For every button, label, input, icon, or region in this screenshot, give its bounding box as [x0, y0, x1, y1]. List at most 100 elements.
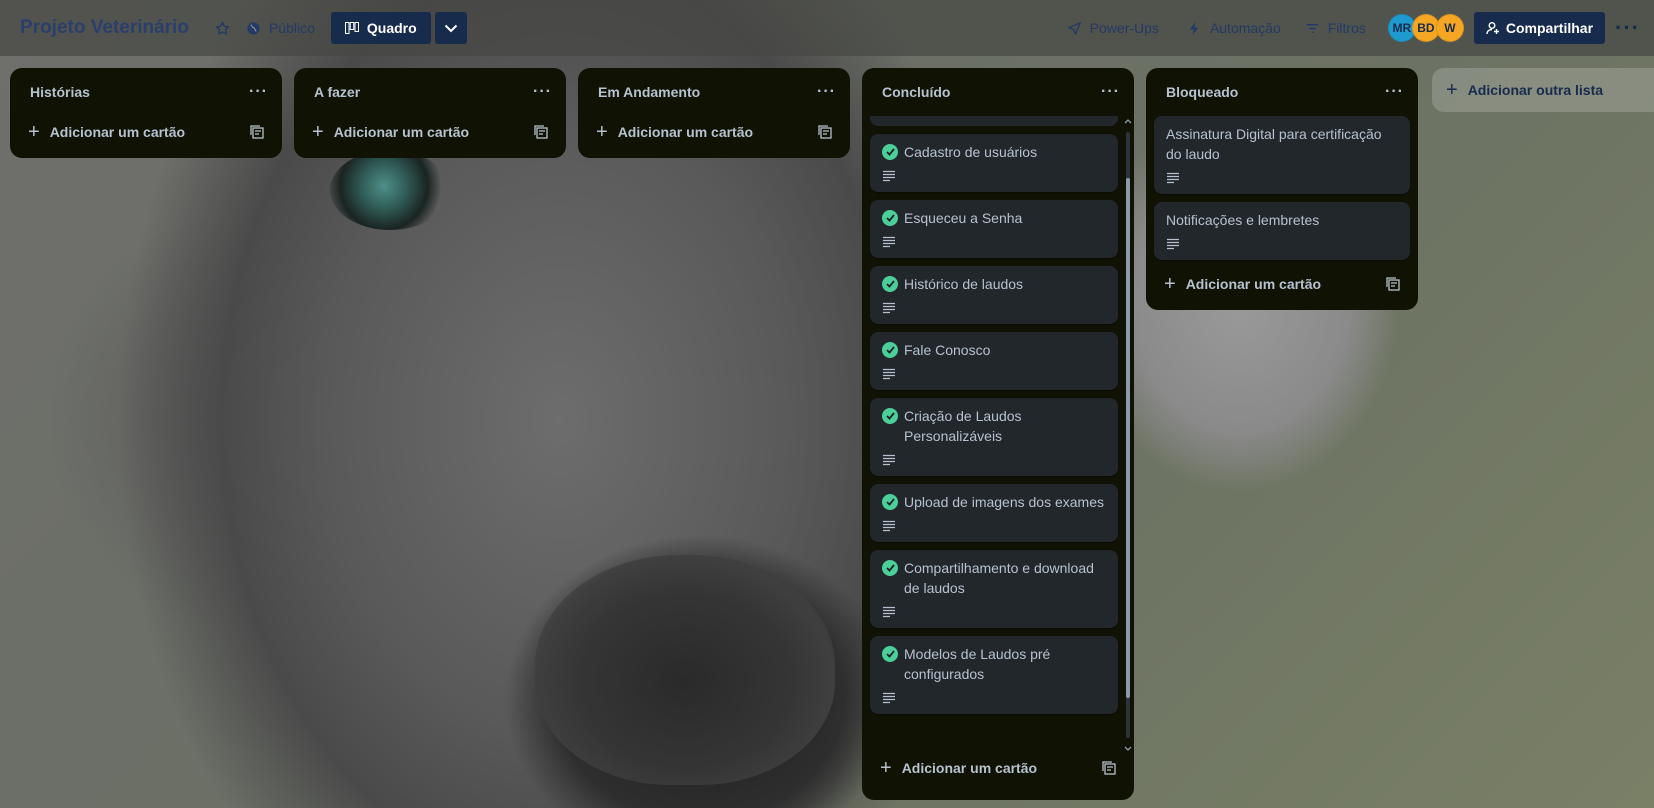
- powerups-button[interactable]: Power-Ups: [1059, 14, 1167, 42]
- board-icon: [344, 22, 359, 34]
- list-em-andamento: Em Andamento ··· + Adicionar um cartão: [578, 68, 850, 158]
- card[interactable]: Criação de Laudos Personalizáveis: [870, 398, 1118, 476]
- automation-button[interactable]: Automação: [1179, 14, 1289, 42]
- card[interactable]: Esqueceu a Senha: [870, 200, 1118, 258]
- card-list[interactable]: Cadastro de usuários Esqueceu a Senha Hi…: [862, 116, 1134, 744]
- plus-icon: +: [1446, 78, 1458, 101]
- add-card-button[interactable]: + Adicionar um cartão: [586, 116, 842, 148]
- list-header: Histórias ···: [10, 68, 282, 116]
- card-title: Compartilhamento e download de laudos: [904, 560, 1094, 596]
- add-card-label: Adicionar um cartão: [901, 760, 1038, 776]
- card[interactable]: Cadastro de usuários: [870, 134, 1118, 192]
- card-template-icon[interactable]: [1102, 761, 1116, 775]
- plus-icon: +: [28, 120, 40, 143]
- description-icon: [883, 236, 895, 248]
- description-icon: [883, 170, 895, 182]
- board-title[interactable]: Projeto Veterinário: [20, 17, 189, 39]
- add-card-label: Adicionar um cartão: [617, 124, 754, 140]
- check-circle-icon: [882, 408, 898, 424]
- list-title[interactable]: Em Andamento: [598, 84, 700, 100]
- list-title[interactable]: Histórias: [30, 84, 90, 100]
- add-card-button[interactable]: + Adicionar um cartão: [302, 116, 558, 148]
- card-template-icon[interactable]: [1386, 277, 1400, 291]
- card-list[interactable]: Assinatura Digital para certificação do …: [1146, 116, 1418, 260]
- list-historias: Histórias ··· + Adicionar um cartão: [10, 68, 282, 158]
- description-icon: [883, 606, 895, 618]
- plus-icon: +: [1164, 272, 1176, 295]
- scrollbar-thumb[interactable]: [1126, 178, 1130, 698]
- card[interactable]: Notificações e lembretes: [1154, 202, 1410, 260]
- powerups-label: Power-Ups: [1089, 20, 1159, 36]
- filters-button[interactable]: Filtros: [1297, 14, 1374, 42]
- list-title[interactable]: Concluído: [882, 84, 950, 100]
- automation-label: Automação: [1209, 20, 1281, 36]
- description-icon: [883, 692, 895, 704]
- card-title: Cadastro de usuários: [904, 144, 1038, 160]
- plus-icon: +: [596, 120, 608, 143]
- share-button[interactable]: Compartilhar: [1473, 12, 1606, 44]
- list-menu-icon[interactable]: ···: [817, 83, 836, 101]
- card[interactable]: Assinatura Digital para certificação do …: [1154, 116, 1410, 194]
- card[interactable]: Upload de imagens dos exames: [870, 484, 1118, 542]
- card[interactable]: Fale Conosco: [870, 332, 1118, 390]
- card-template-icon[interactable]: [250, 125, 264, 139]
- description-icon: [883, 520, 895, 532]
- partial-card[interactable]: [870, 116, 1118, 126]
- board-menu-button[interactable]: ···: [1615, 15, 1640, 41]
- list-menu-icon[interactable]: ···: [1385, 83, 1404, 101]
- card[interactable]: Compartilhamento e download de laudos: [870, 550, 1118, 628]
- star-button[interactable]: [207, 15, 238, 42]
- add-list-label: Adicionar outra lista: [1467, 82, 1604, 98]
- card[interactable]: Histórico de laudos: [870, 266, 1118, 324]
- list-title[interactable]: Bloqueado: [1166, 84, 1238, 100]
- plus-icon: +: [312, 120, 324, 143]
- lightning-icon: [1189, 21, 1199, 35]
- card-template-icon[interactable]: [534, 125, 548, 139]
- description-icon: [1167, 172, 1179, 184]
- check-circle-icon: [882, 646, 898, 662]
- card-title: Histórico de laudos: [904, 276, 1024, 292]
- card[interactable]: Modelos de Laudos pré configurados: [870, 636, 1118, 714]
- view-switcher-button[interactable]: Quadro: [330, 12, 431, 44]
- list-header: Em Andamento ···: [578, 68, 850, 116]
- list-concluido: Concluído ··· Cadastro de usuários Esque…: [862, 68, 1134, 800]
- card-template-icon[interactable]: [818, 125, 832, 139]
- add-card-label: Adicionar um cartão: [333, 124, 470, 140]
- add-list-button[interactable]: + Adicionar outra lista: [1432, 68, 1654, 112]
- chevron-up-icon: [1124, 119, 1132, 124]
- check-circle-icon: [882, 560, 898, 576]
- add-card-button[interactable]: + Adicionar um cartão: [1154, 268, 1410, 300]
- list-title[interactable]: A fazer: [314, 84, 360, 100]
- list-header: A fazer ···: [294, 68, 566, 116]
- view-options-button[interactable]: [434, 12, 467, 44]
- globe-icon: [247, 21, 260, 35]
- plus-icon: +: [880, 756, 892, 779]
- card-title: Fale Conosco: [904, 342, 991, 358]
- list-header: Bloqueado ···: [1146, 68, 1418, 116]
- check-circle-icon: [882, 342, 898, 358]
- visibility-label: Público: [268, 20, 315, 36]
- view-label: Quadro: [366, 20, 417, 36]
- add-card-button[interactable]: + Adicionar um cartão: [870, 752, 1126, 784]
- avatar[interactable]: W: [1435, 14, 1464, 42]
- add-user-icon: [1486, 22, 1499, 35]
- check-circle-icon: [882, 276, 898, 292]
- card-title: Assinatura Digital para certificação do …: [1166, 126, 1382, 162]
- background-dog-eye: [330, 150, 450, 230]
- list-menu-icon[interactable]: ···: [533, 83, 552, 101]
- add-card-button[interactable]: + Adicionar um cartão: [18, 116, 274, 148]
- share-label: Compartilhar: [1505, 20, 1594, 36]
- card-title: Esqueceu a Senha: [904, 210, 1023, 226]
- description-icon: [883, 368, 895, 380]
- add-card-label: Adicionar um cartão: [49, 124, 186, 140]
- more-icon: ···: [1615, 15, 1640, 40]
- rocket-icon: [1067, 21, 1081, 35]
- list-scrollbar[interactable]: [1124, 118, 1132, 752]
- list-menu-icon[interactable]: ···: [1101, 83, 1120, 101]
- filters-label: Filtros: [1327, 20, 1366, 36]
- list-menu-icon[interactable]: ···: [249, 83, 268, 101]
- visibility-button[interactable]: Público: [238, 14, 323, 42]
- card-title: Upload de imagens dos exames: [904, 494, 1105, 510]
- filter-icon: [1306, 23, 1318, 33]
- card-title: Notificações e lembretes: [1166, 212, 1320, 228]
